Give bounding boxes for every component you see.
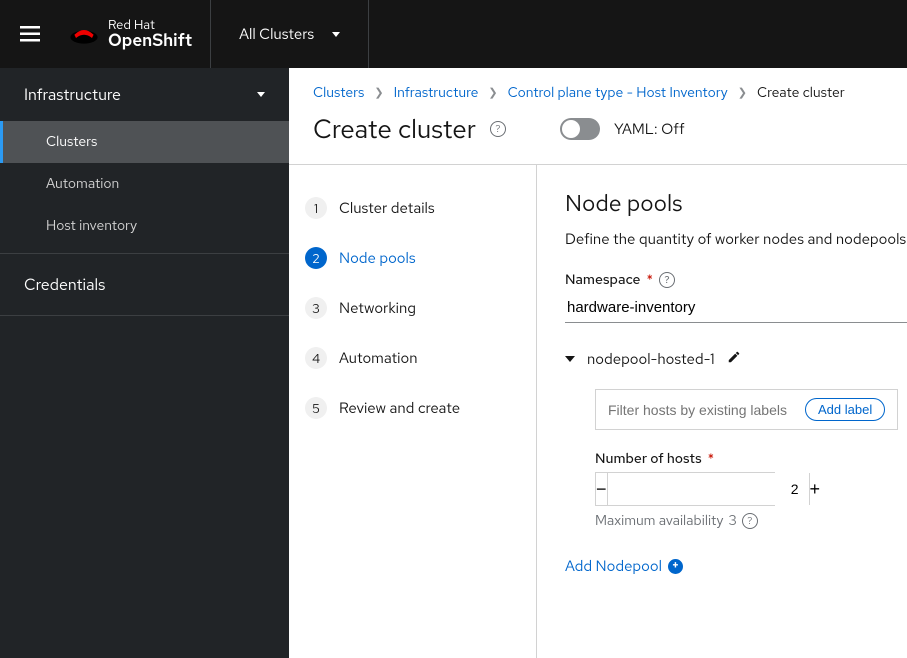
page-title: Create cluster <box>313 112 476 146</box>
step-number: 5 <box>305 397 327 419</box>
filter-hosts-input[interactable] <box>608 402 789 418</box>
breadcrumb-link[interactable]: Clusters <box>313 84 364 102</box>
nav-section-infrastructure[interactable]: Infrastructure <box>0 68 289 121</box>
wizard-step-networking[interactable]: 3 Networking <box>301 289 524 327</box>
add-nodepool-button[interactable]: Add Nodepool + <box>565 556 907 576</box>
wizard-step-automation[interactable]: 4 Automation <box>301 339 524 377</box>
nav-item-host-inventory[interactable]: Host inventory <box>0 205 289 247</box>
nav-section-label: Infrastructure <box>24 84 121 105</box>
add-nodepool-label: Add Nodepool <box>565 556 662 576</box>
required-indicator: * <box>646 271 653 289</box>
decrement-button[interactable]: − <box>596 473 608 505</box>
step-number: 3 <box>305 297 327 319</box>
step-label: Node pools <box>339 248 416 268</box>
nodepool-name: nodepool-hosted-1 <box>587 349 715 369</box>
section-title: Node pools <box>565 189 907 219</box>
step-number: 2 <box>305 247 327 269</box>
namespace-label: Namespace <box>565 271 640 289</box>
redhat-icon <box>68 22 100 46</box>
increment-button[interactable]: + <box>809 473 821 505</box>
hosts-count-stepper: − + <box>595 472 775 506</box>
chevron-down-icon[interactable] <box>565 356 575 362</box>
hosts-count-label: Number of hosts <box>595 450 702 468</box>
namespace-input[interactable] <box>565 293 907 323</box>
help-icon[interactable]: ? <box>742 513 758 529</box>
wizard-step-review[interactable]: 5 Review and create <box>301 389 524 427</box>
sidebar: Infrastructure Clusters Automation Host … <box>0 68 289 658</box>
step-label: Networking <box>339 298 416 318</box>
nav-item-clusters[interactable]: Clusters <box>0 121 289 163</box>
yaml-toggle[interactable] <box>560 118 600 140</box>
breadcrumb-link[interactable]: Infrastructure <box>394 84 479 102</box>
cluster-selector-label: All Clusters <box>239 24 314 44</box>
caret-down-icon <box>332 32 340 37</box>
add-label-button[interactable]: Add label <box>805 398 885 421</box>
max-availability-label: Maximum availability <box>595 512 723 530</box>
plus-circle-icon: + <box>668 559 683 574</box>
menu-toggle[interactable] <box>0 26 60 42</box>
chevron-right-icon: ❯ <box>738 86 747 100</box>
step-label: Automation <box>339 348 418 368</box>
cluster-selector-dropdown[interactable]: All Clusters <box>211 0 369 68</box>
wizard-nav: 1 Cluster details 2 Node pools 3 Network… <box>289 165 537 658</box>
step-number: 1 <box>305 197 327 219</box>
brand-logo: Red Hat OpenShift <box>60 0 211 68</box>
chevron-right-icon: ❯ <box>374 86 383 100</box>
step-label: Review and create <box>339 398 460 418</box>
chevron-down-icon <box>257 92 265 97</box>
nav-item-automation[interactable]: Automation <box>0 163 289 205</box>
breadcrumb-link[interactable]: Control plane type - Host Inventory <box>508 84 728 102</box>
step-number: 4 <box>305 347 327 369</box>
breadcrumb-current: Create cluster <box>757 84 845 102</box>
required-indicator: * <box>708 450 715 468</box>
max-availability-value: 3 <box>728 512 736 530</box>
wizard-step-node-pools[interactable]: 2 Node pools <box>301 239 524 277</box>
nav-item-credentials[interactable]: Credentials <box>0 254 289 316</box>
help-icon[interactable]: ? <box>490 121 506 137</box>
yaml-toggle-label: YAML: Off <box>614 119 685 139</box>
edit-icon[interactable] <box>727 350 741 369</box>
wizard-step-cluster-details[interactable]: 1 Cluster details <box>301 189 524 227</box>
step-label: Cluster details <box>339 198 435 218</box>
hosts-count-input[interactable] <box>608 473 809 505</box>
section-description: Define the quantity of worker nodes and … <box>565 229 907 249</box>
help-icon[interactable]: ? <box>659 272 675 288</box>
brand-line2: OpenShift <box>108 32 192 51</box>
breadcrumb: Clusters ❯ Infrastructure ❯ Control plan… <box>289 68 907 102</box>
chevron-right-icon: ❯ <box>488 86 497 100</box>
